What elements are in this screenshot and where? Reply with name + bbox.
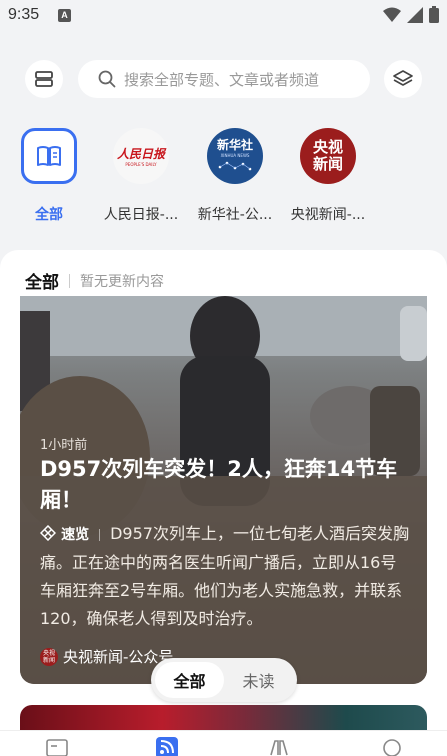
layers-icon [393,70,413,86]
xinhua-logo: 新华社 XINHUA NEWS [207,128,263,184]
search-icon [98,70,116,88]
feed-title: 全部 [25,273,59,293]
top-bar: 搜索全部专题、文章或者频道 [0,60,447,98]
cctv-source-icon: 央视 新闻 [40,647,58,666]
quick-view-divider [99,528,101,541]
channel-cctv-news-label: 央视新闻-... [290,207,366,223]
status-bar: 9:35 A [0,0,447,32]
xinhua-logo-text: 新华社 [216,137,253,152]
news-icon [46,739,68,756]
read-filter-toggle: 全部 未读 [151,658,297,702]
cctv-news-logo-text: 央视新闻 [312,138,343,173]
channel-peoples-daily-label: 人民日报-... [103,207,179,223]
channel-cctv-news[interactable]: 央视新闻 央视新闻-... [283,128,373,224]
filter-unread-tab[interactable]: 未读 [224,662,293,698]
search-placeholder: 搜索全部专题、文章或者频道 [124,70,320,89]
layers-button[interactable] [384,60,422,98]
article-title: D957次列车突发！2人，狂奔14节车厢！ [40,457,398,512]
search-input[interactable]: 搜索全部专题、文章或者频道 [78,60,370,98]
peoples-daily-logo: 人民日报 PEOPLE'S DAILY [113,128,169,184]
xinhua-logo-sub: XINHUA NEWS [220,152,250,158]
nav-subscribe[interactable] [155,737,179,756]
xinhua-dots-icon [218,161,252,170]
binoculars-icon [270,740,288,756]
channel-list: 全部 人民日报 PEOPLE'S DAILY 人民日报-... 新华社 XINH… [0,128,447,228]
article-card[interactable]: 1小时前 D957次列车突发！2人，狂奔14节车厢！ 速览 D957次列车上，一位… [20,296,427,684]
nav-discover[interactable] [267,737,291,756]
channel-xinhua-label: 新华社-公... [197,207,273,223]
bottom-nav [0,730,447,756]
channel-all[interactable]: 全部 [4,128,94,224]
rss-icon [156,737,178,756]
article-source: 央视 新闻 央视新闻-公众号 [40,646,173,667]
article-summary-text: D957次列车上，一位七旬老人酒后突发胸痛。正在途中的两名医生听闻广播后，立即从… [40,524,409,628]
status-time: 9:35 [8,6,40,23]
nav-news[interactable] [45,737,69,756]
peoples-daily-logo-text: 人民日报 [116,147,165,161]
nav-profile[interactable] [380,737,404,756]
channel-peoples-daily[interactable]: 人民日报 PEOPLE'S DAILY 人民日报-... [96,128,186,224]
article-time: 1小时前 [40,438,88,453]
signal-icon [407,6,423,23]
status-icons [383,6,439,23]
feed-divider [69,273,70,288]
quick-view-label: 速览 [61,527,90,543]
article-summary: 速览 D957次列车上，一位七旬老人酒后突发胸痛。正在途中的两名医生听闻广播后，立… [39,520,410,633]
channel-all-label: 全部 [35,207,63,223]
filter-all-tab[interactable]: 全部 [155,662,224,698]
quick-view-icon [39,524,57,542]
menu-button[interactable] [25,60,63,98]
feed-status: 暂无更新内容 [80,273,164,290]
wifi-icon [383,7,401,22]
book-icon [37,146,61,166]
battery-icon [429,6,439,23]
cctv-news-logo: 央视新闻 [300,128,356,184]
channel-all-logo [21,128,77,184]
notification-icon: A [58,9,71,22]
list-menu-icon [35,71,53,87]
peoples-daily-logo-sub: PEOPLE'S DAILY [125,162,157,167]
search-nav-icon [383,739,401,756]
channel-xinhua[interactable]: 新华社 XINHUA NEWS 新华社-公... [190,128,280,224]
feed-header: 全部 暂无更新内容 [25,268,164,293]
